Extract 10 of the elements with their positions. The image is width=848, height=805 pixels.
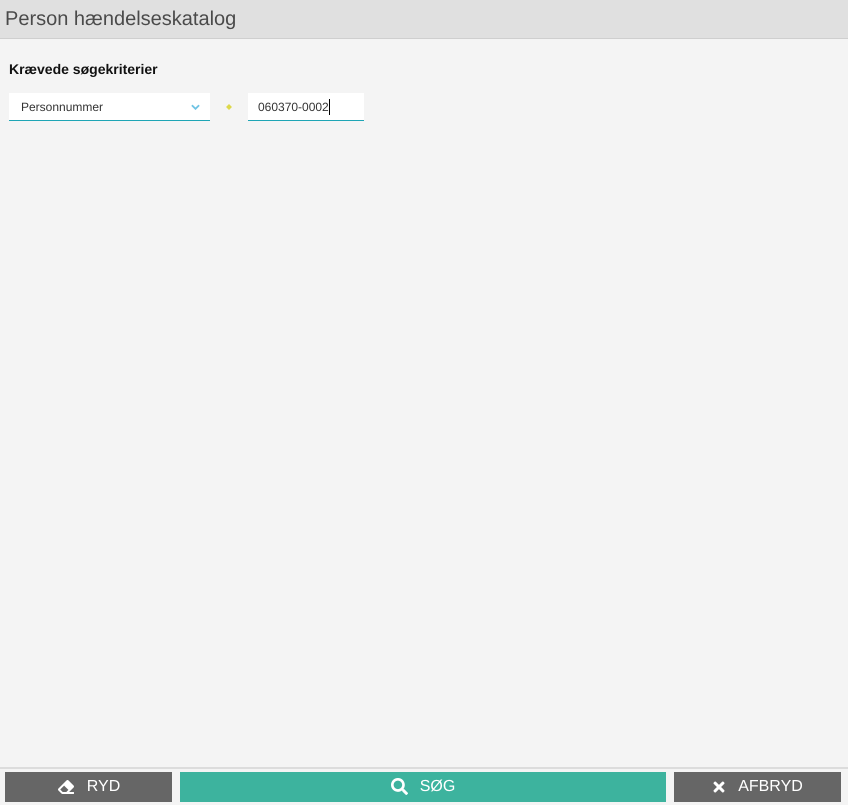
close-icon xyxy=(712,778,726,794)
eraser-icon xyxy=(56,778,75,794)
input-field[interactable]: 060370-0002 xyxy=(248,93,364,121)
section-heading: Krævede søgekriterier xyxy=(9,60,159,78)
search-icon xyxy=(390,778,408,795)
cancel-button[interactable]: AFBRYD xyxy=(674,772,841,802)
chevron-down-icon xyxy=(191,104,200,110)
window-title: Person hændelseskatalog xyxy=(5,9,236,29)
clear-button[interactable]: RYD xyxy=(5,772,172,802)
dropdown[interactable]: Personnummer xyxy=(9,93,210,121)
